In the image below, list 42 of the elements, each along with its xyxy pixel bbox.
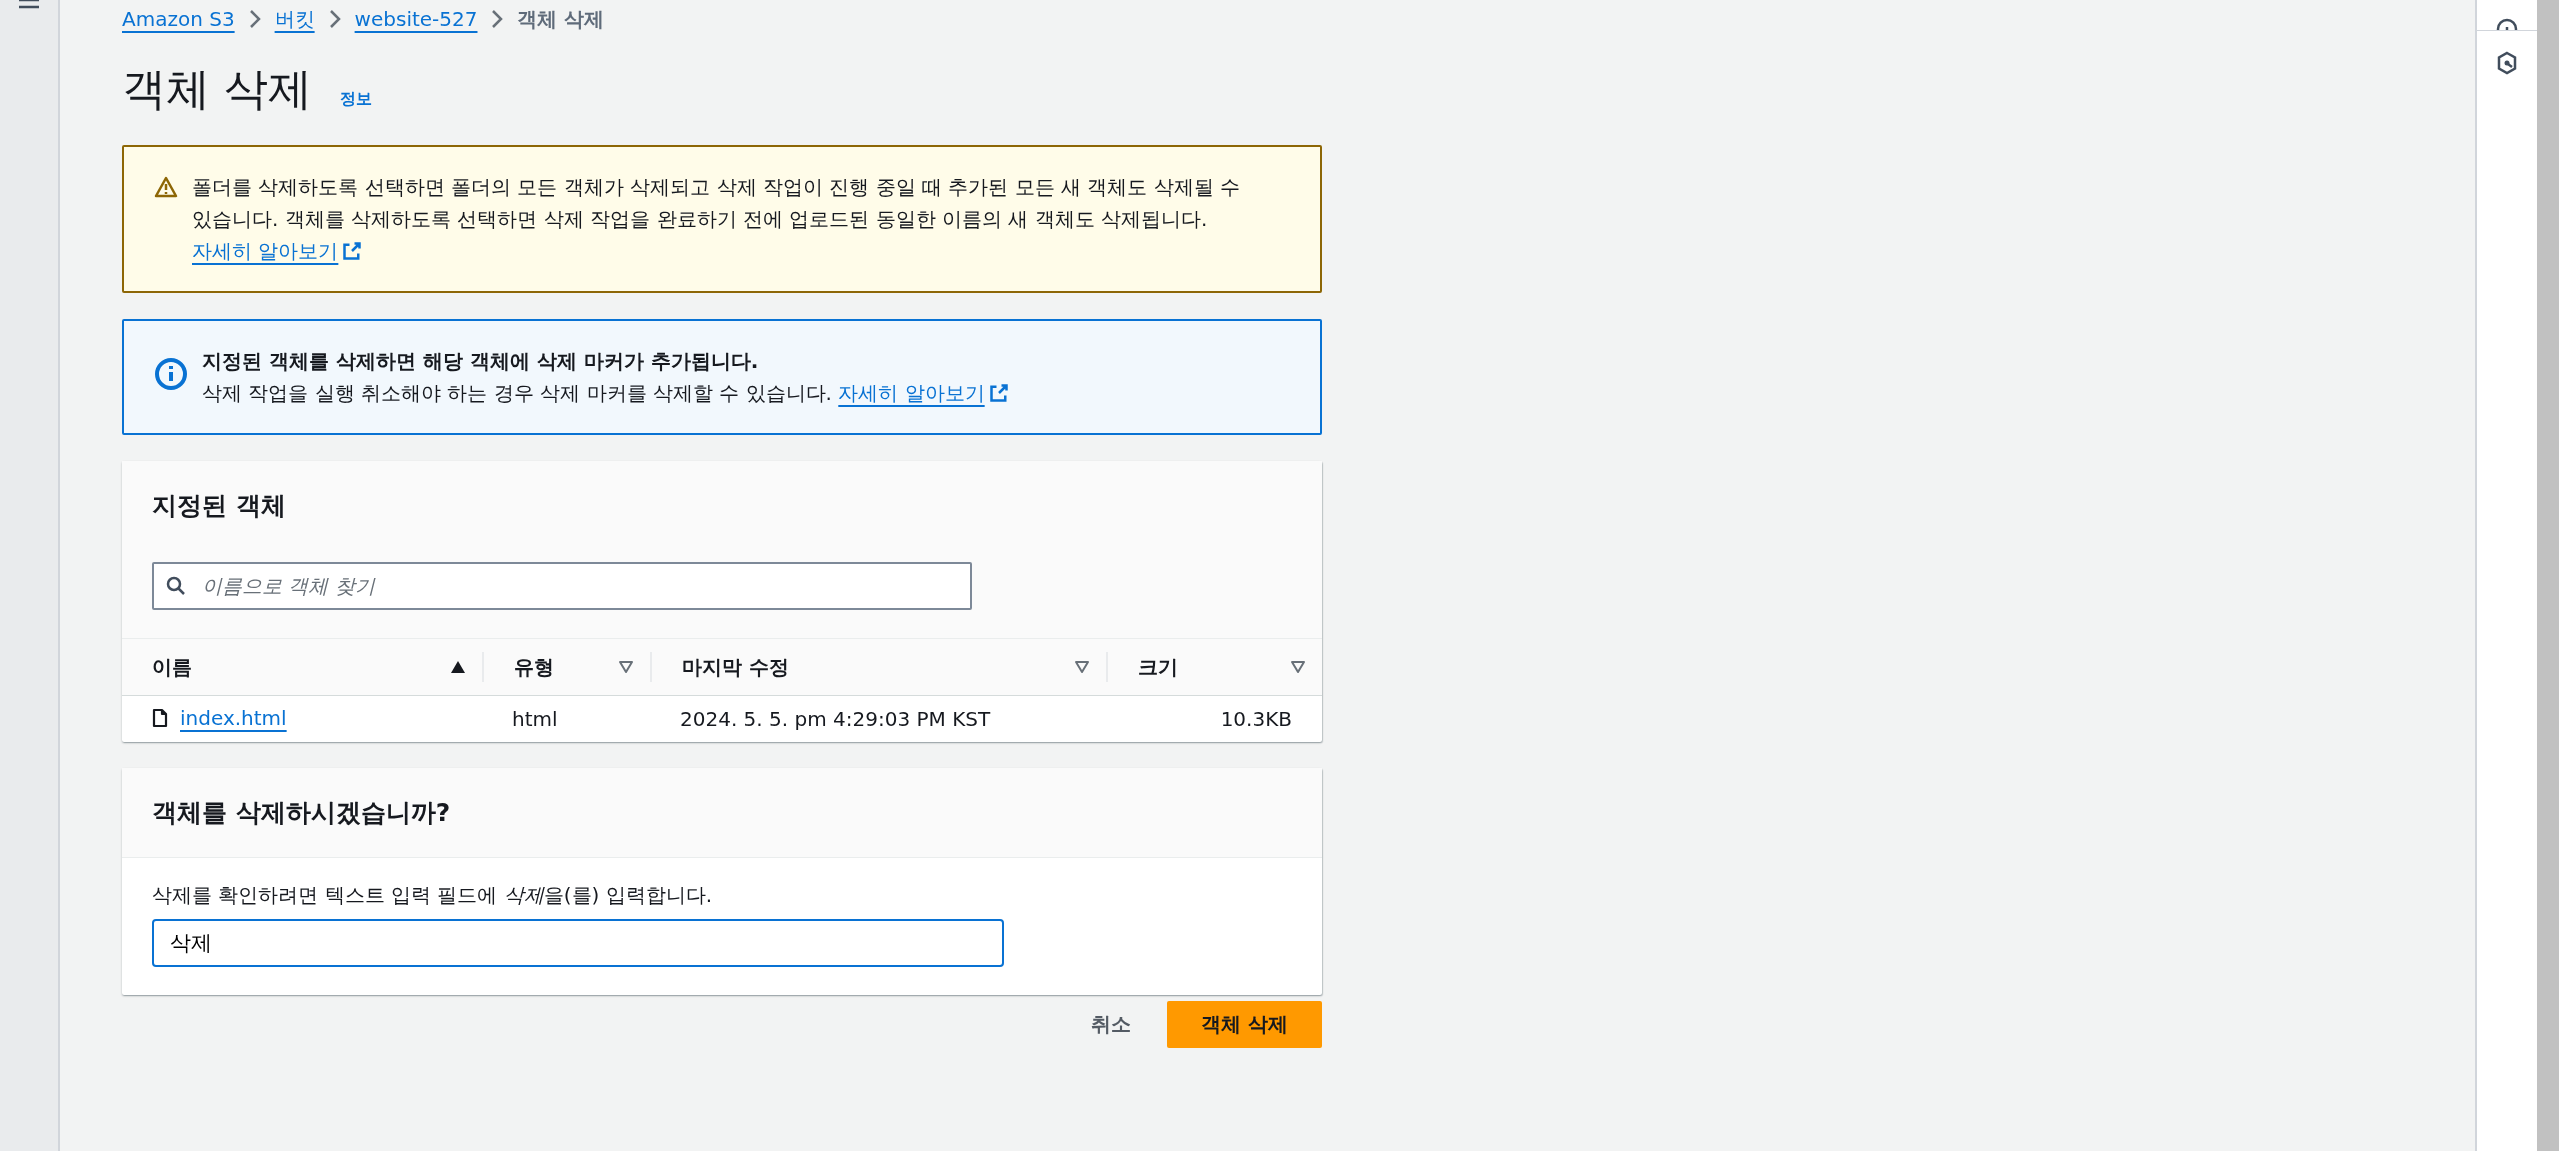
chevron-right-icon [491,9,504,29]
info-link[interactable]: 정보 [340,89,372,110]
column-header[interactable]: 크기 [1138,653,1178,681]
info-icon [154,357,188,391]
menu-icon[interactable] [18,0,40,10]
info-heading: 지정된 객체를 삭제하면 해당 객체에 삭제 마커가 추가됩니다. [202,348,760,375]
breadcrumb-link[interactable]: website-527 [354,7,478,31]
sort-icon[interactable] [1290,660,1306,674]
current-page-label: 객체 삭제 [517,5,605,33]
panel-title: 지정된 객체 [152,490,287,522]
sort-icon[interactable] [618,660,634,674]
table-cell: 2024. 5. 5. pm 4:29:03 PM KST [650,695,1106,742]
chevron-right-icon [328,9,341,29]
chevron-right-icon [248,9,261,29]
confirm-input-field[interactable]: 삭제 [152,919,1004,967]
warning-icon [154,176,178,198]
sort-ascending-icon[interactable] [450,660,466,674]
column-header[interactable]: 유형 [514,653,554,681]
breadcrumb-link[interactable]: Amazon S3 [122,7,235,31]
table-cell: html [482,695,650,742]
sort-icon[interactable] [1074,660,1090,674]
column-header[interactable]: 마지막 수정 [682,653,789,681]
scrollbar[interactable] [2537,0,2559,1151]
info-text: 삭제 작업을 실행 취소해야 하는 경우 삭제 마커를 삭제할 수 있습니다. 자세히 알아보기 [202,377,1262,409]
column-header[interactable]: 이름 [152,653,192,681]
panel-title: 객체를 삭제하시겠습니까? [152,797,452,829]
instruction-text: 삭제를 확인하려면 텍스트 입력 필드에 삭제을(를) 입력합니다. [152,883,713,907]
cancel-button[interactable]: 취소 [1083,1001,1140,1048]
page-title: 객체 삭제 [122,62,312,116]
table-cell: 10.3KB [1106,695,1322,742]
learn-more-link[interactable]: 자세히 알아보기 [192,235,363,267]
learn-more-link[interactable]: 자세히 알아보기 [838,377,1009,409]
warning-text: 폴더를 삭제하도록 선택하면 폴더의 모든 객체가 삭제되고 삭제 작업이 진행 중일 때 추가된 모든 새 객체도 삭제될 수 있습니다. 객체를 삭제하도록 선택하면 삭제 작업을 완료하기 전에 업로드된 동일한 이름의 새 객체도 삭제됩니다. [192,174,1242,233]
breadcrumb-link[interactable]: 버킷 [274,5,315,33]
hexagon-icon[interactable] [2496,51,2518,75]
file-icon [152,707,168,728]
search-icon [166,576,186,596]
search-field[interactable]: 이름으로 객체 찾기 [152,562,972,610]
external-link-icon [342,241,363,261]
external-link-icon [988,383,1009,403]
object-link[interactable]: index.html [180,705,287,730]
delete-button[interactable]: 객체 삭제 [1167,1001,1322,1048]
